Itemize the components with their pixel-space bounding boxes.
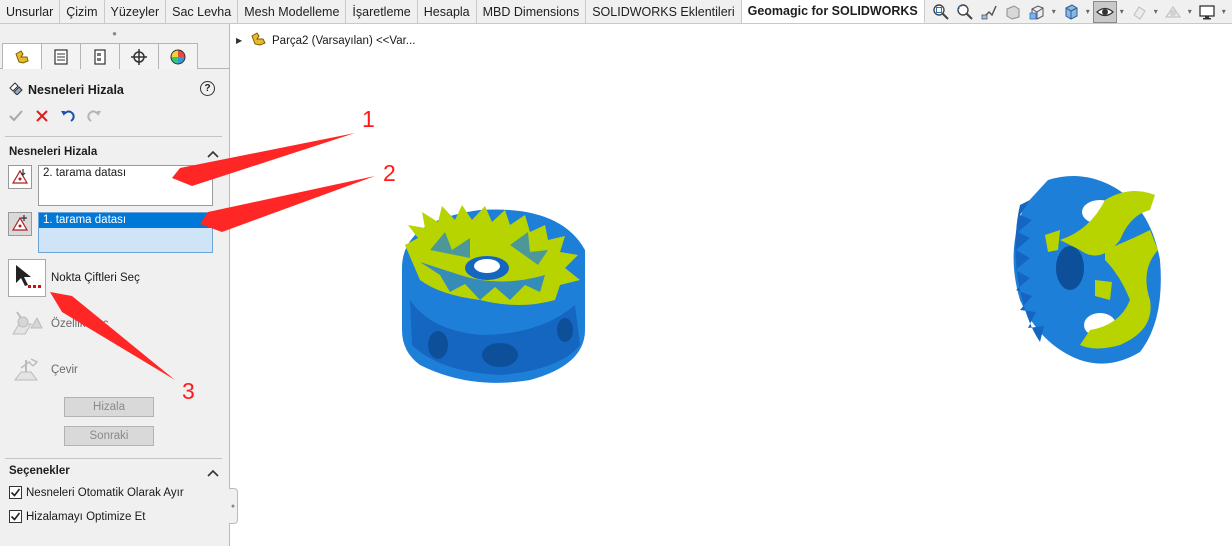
flip-label: Çevir (51, 364, 78, 376)
zoom-to-area-icon[interactable] (953, 1, 977, 23)
manager-tabs (0, 43, 229, 69)
tab-isaretleme[interactable]: İşaretleme (346, 0, 418, 23)
list-item[interactable]: 1. tarama datası (39, 213, 212, 228)
chevron-up-icon[interactable] (207, 467, 219, 477)
display-manager-tab[interactable] (158, 43, 198, 69)
feature-tree-flyout: ▶ Parça2 (Varsayılan) <<Var... (236, 31, 415, 50)
fixed-objects-listbox[interactable]: 2. tarama datası (38, 165, 213, 206)
property-manager-tab[interactable] (41, 43, 81, 69)
chevron-down-icon[interactable]: ▾ (1151, 1, 1161, 23)
annotation-label-3: 3 (182, 378, 195, 404)
scan-data-1[interactable] (1013, 176, 1161, 364)
dimxpert-manager-tab[interactable] (119, 43, 159, 69)
tab-sac-levha[interactable]: Sac Levha (166, 0, 239, 23)
tab-cizim[interactable]: Çizim (60, 0, 105, 23)
panel-grip[interactable]: ● (0, 24, 229, 43)
annotation-label-2: 2 (383, 160, 396, 186)
annotation-label-1: 1 (362, 106, 375, 132)
point-pairs-button[interactable] (8, 259, 46, 297)
property-manager-panel: ● Nesneleri Hizala ? Nesneleri Hizala 2.… (0, 24, 230, 546)
section-view-icon[interactable] (1001, 1, 1025, 23)
solidworks-window: Unsurlar Çizim Yüzeyler Sac Levha Mesh M… (0, 0, 1232, 546)
option-label: Nesneleri Otomatik Olarak Ayır (26, 486, 184, 499)
tab-unsurlar[interactable]: Unsurlar (0, 0, 61, 23)
feature-manager-tab[interactable] (2, 43, 42, 69)
previous-view-icon[interactable] (977, 1, 1001, 23)
list-item[interactable]: 2. tarama datası (39, 166, 212, 181)
moving-object-icon (8, 212, 32, 236)
panel-resize-grip[interactable]: ● (229, 488, 238, 524)
tab-mbd-dimensions[interactable]: MBD Dimensions (477, 0, 587, 23)
tab-mesh-modelleme[interactable]: Mesh Modelleme (238, 0, 347, 23)
chevron-up-icon[interactable] (207, 148, 219, 158)
display-style-icon[interactable] (1059, 1, 1083, 23)
option-label: Hizalamayı Optimize Et (26, 510, 146, 523)
tab-solidworks-eklentileri[interactable]: SOLIDWORKS Eklentileri (586, 0, 742, 23)
chevron-down-icon[interactable]: ▾ (1049, 1, 1059, 23)
command-tabs: Unsurlar Çizim Yüzeyler Sac Levha Mesh M… (0, 0, 925, 23)
flip-button[interactable] (8, 351, 46, 389)
moving-objects-listbox[interactable]: 1. tarama datası (38, 212, 213, 253)
point-pairs-label: Nokta Çiftleri Seç (51, 272, 140, 284)
heads-up-view-toolbar: ▾ ▾ ▾ ▾ ▾ ▾ (929, 0, 1229, 23)
expand-arrow-icon[interactable]: ▶ (236, 36, 246, 45)
edit-appearance-icon[interactable] (1127, 1, 1151, 23)
chevron-down-icon[interactable]: ▾ (1083, 1, 1093, 23)
zoom-to-fit-icon[interactable] (929, 1, 953, 23)
next-button[interactable]: Sonraki (64, 426, 154, 446)
feature-select-button[interactable] (8, 305, 46, 343)
property-manager-header: Nesneleri Hizala (8, 81, 124, 98)
tab-geomagic[interactable]: Geomagic for SOLIDWORKS (741, 0, 925, 23)
view-settings-icon[interactable] (1195, 1, 1219, 23)
chevron-down-icon[interactable]: ▾ (1219, 1, 1229, 23)
option-optimize-alignment[interactable]: Hizalamayı Optimize Et (9, 510, 146, 523)
tab-yuzeyler[interactable]: Yüzeyler (105, 0, 167, 23)
chevron-down-icon[interactable]: ▾ (1185, 1, 1195, 23)
align-button[interactable]: Hizala (64, 397, 154, 417)
group-title-options: Seçenekler (9, 465, 70, 477)
fixed-object-icon (8, 165, 32, 189)
command-manager: Unsurlar Çizim Yüzeyler Sac Levha Mesh M… (0, 0, 1232, 24)
option-auto-separate[interactable]: Nesneleri Otomatik Olarak Ayır (9, 486, 184, 499)
configuration-manager-tab[interactable] (80, 43, 120, 69)
checkbox[interactable] (9, 486, 22, 499)
chevron-down-icon[interactable]: ▾ (1117, 1, 1127, 23)
hide-show-items-icon[interactable] (1092, 0, 1117, 23)
redo-icon[interactable] (86, 108, 102, 124)
undo-icon[interactable] (60, 108, 76, 124)
action-buttons (8, 108, 102, 124)
group-title-align: Nesneleri Hizala (9, 146, 98, 158)
page-title: Nesneleri Hizala (28, 82, 124, 97)
align-objects-icon (8, 81, 24, 98)
view-orientation-icon[interactable] (1025, 1, 1049, 23)
tab-hesapla[interactable]: Hesapla (418, 0, 477, 23)
help-icon[interactable]: ? (200, 81, 215, 96)
apply-scene-icon[interactable] (1161, 1, 1185, 23)
divider (5, 136, 222, 137)
checkbox[interactable] (9, 510, 22, 523)
scan-data-2[interactable] (402, 205, 585, 383)
divider (5, 458, 222, 459)
cancel-x-icon[interactable] (34, 108, 50, 124)
feature-select-label: Özellik Seç (51, 318, 109, 330)
ok-check-icon[interactable] (8, 108, 24, 124)
part-icon (250, 31, 268, 50)
part-name[interactable]: Parça2 (Varsayılan) <<Var... (272, 35, 415, 47)
